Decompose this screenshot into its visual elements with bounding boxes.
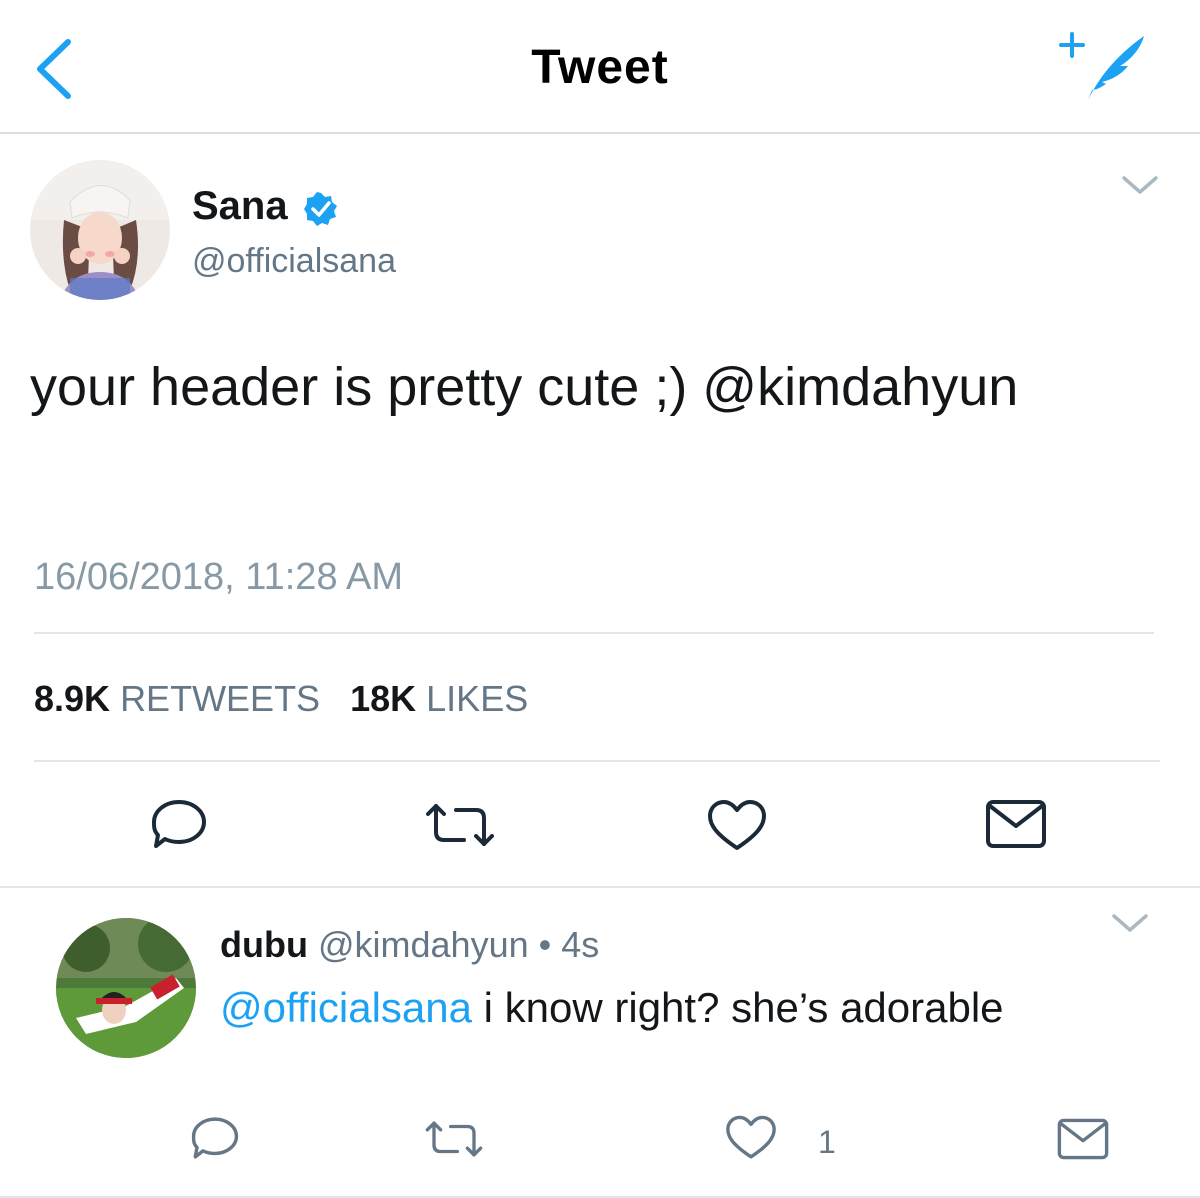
author-avatar[interactable] bbox=[30, 160, 170, 300]
share-mail-icon[interactable] bbox=[984, 798, 1048, 850]
reply-author-avatar[interactable] bbox=[56, 918, 196, 1058]
likes-label[interactable]: LIKES bbox=[426, 678, 528, 719]
reply-text: @officialsana i know right? she’s adorab… bbox=[220, 984, 1004, 1032]
reply-time: 4s bbox=[561, 924, 600, 965]
reply-header: dubu @kimdahyun • 4s bbox=[220, 924, 599, 966]
reply-author-name[interactable]: dubu bbox=[220, 924, 308, 965]
tweet-options-chevron-icon[interactable] bbox=[1118, 170, 1162, 200]
reply-reply-icon[interactable] bbox=[188, 1114, 242, 1162]
divider bbox=[34, 632, 1154, 634]
retweets-label[interactable]: RETWEETS bbox=[120, 678, 320, 719]
reply-separator: • bbox=[538, 924, 552, 965]
reply-author-handle[interactable]: @kimdahyun bbox=[318, 924, 529, 965]
likes-count[interactable]: 18K bbox=[350, 678, 416, 719]
page-title: Tweet bbox=[531, 41, 669, 94]
reply-icon[interactable] bbox=[148, 796, 210, 852]
retweets-count[interactable]: 8.9K bbox=[34, 678, 110, 719]
reply-options-chevron-icon[interactable] bbox=[1108, 908, 1152, 938]
divider bbox=[0, 886, 1200, 888]
avatar-photo-image bbox=[30, 160, 170, 300]
reply-like-count: 1 bbox=[818, 1124, 836, 1160]
like-heart-icon[interactable] bbox=[706, 798, 768, 854]
tweet-timestamp: 16/06/2018, 11:28 AM bbox=[34, 556, 404, 598]
tweet-text: your header is pretty cute ;) @kimdahyun bbox=[30, 357, 1019, 417]
reply-body: i know right? she’s adorable bbox=[472, 984, 1004, 1031]
compose-tweet-icon[interactable] bbox=[1058, 30, 1150, 104]
verified-badge-icon bbox=[304, 192, 337, 226]
reply-mention-link[interactable]: @officialsana bbox=[220, 984, 472, 1031]
author-name[interactable]: Sana bbox=[192, 184, 288, 229]
author-handle[interactable]: @officialsana bbox=[192, 242, 396, 281]
reply-retweet-icon[interactable] bbox=[424, 1118, 484, 1160]
avatar-photo-image bbox=[56, 918, 196, 1058]
retweet-icon[interactable] bbox=[424, 800, 496, 850]
tweet-stats: 8.9K RETWEETS 18K LIKES bbox=[34, 678, 528, 720]
reply-share-mail-icon[interactable] bbox=[1056, 1116, 1110, 1162]
reply-like-heart-icon[interactable] bbox=[724, 1114, 778, 1162]
divider bbox=[34, 760, 1160, 762]
